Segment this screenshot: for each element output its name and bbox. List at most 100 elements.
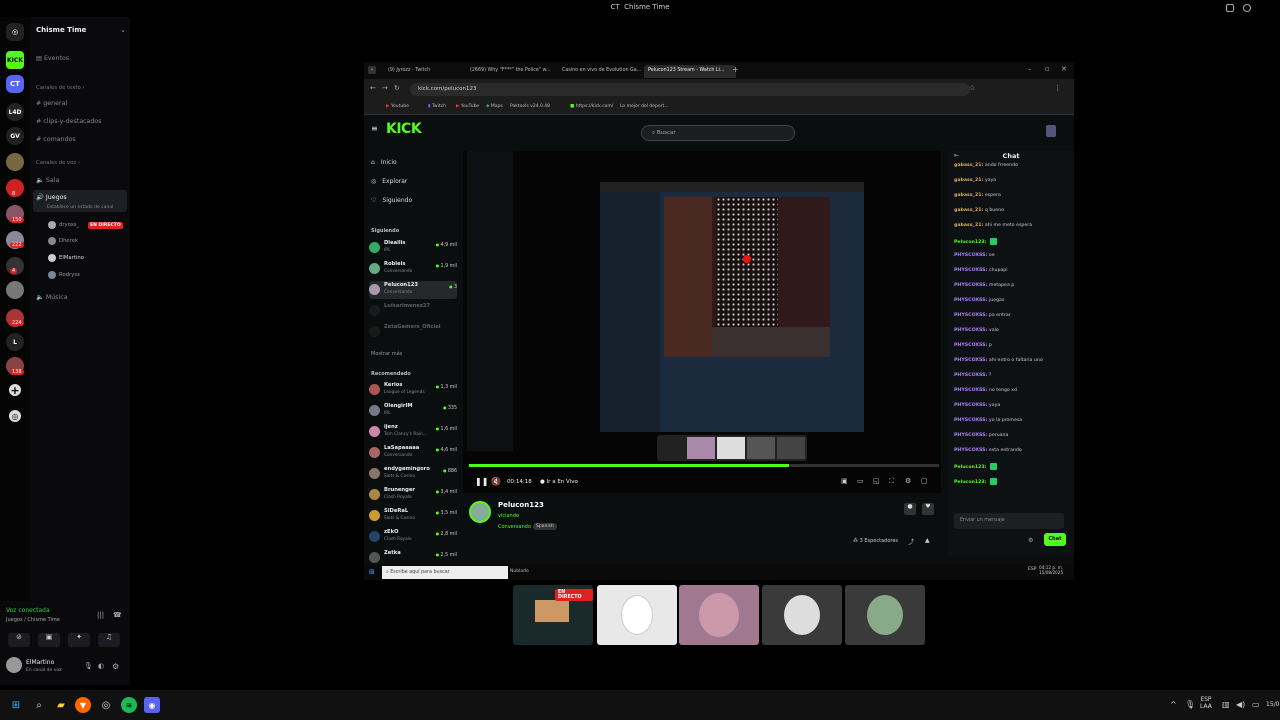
- disconnect-icon[interactable]: ☎: [113, 611, 122, 619]
- voice-channel-musica[interactable]: 🔈 Música: [36, 293, 68, 301]
- chat-username[interactable]: gabass_21:: [954, 193, 983, 198]
- bookmark[interactable]: ◆ Maps: [486, 104, 503, 109]
- bookmark[interactable]: ▶ YouTube: [456, 104, 479, 109]
- browser-tab[interactable]: (2669) Why "F***" the Police" w...: [466, 65, 552, 78]
- chat-message[interactable]: Pelucon123:: [954, 478, 998, 485]
- close-icon[interactable]: ✕: [1061, 65, 1067, 73]
- server-icon[interactable]: [6, 281, 24, 299]
- voice-user[interactable]: Dherek: [48, 237, 78, 245]
- channel-comandos[interactable]: # comandos: [36, 136, 76, 143]
- browser-tab[interactable]: Casino en vivo de Evolution Ga...: [558, 65, 644, 78]
- chat-username[interactable]: PHYSCOXSS:: [954, 268, 987, 273]
- nav-siguiendo[interactable]: ♡ Siguiendo: [371, 197, 412, 204]
- discover-icon[interactable]: ◎: [9, 410, 21, 422]
- clip-icon[interactable]: ▣: [841, 477, 848, 485]
- chat-username[interactable]: gabass_21:: [954, 163, 983, 168]
- headphones-icon[interactable]: ◐: [98, 662, 104, 670]
- address-bar[interactable]: kick.com/pelucon123: [410, 83, 970, 96]
- taskbar-clock[interactable]: 15/0: [1266, 701, 1279, 708]
- discord-icon[interactable]: ◉: [144, 697, 160, 713]
- show-more-link[interactable]: Mostrar más: [371, 351, 402, 357]
- screen-share-icon[interactable]: ▣: [38, 633, 60, 647]
- heart-icon[interactable]: ♥: [922, 503, 934, 515]
- avatar[interactable]: [6, 657, 22, 673]
- channel-item[interactable]: Pelucon123 Conversando 3: [369, 281, 457, 299]
- server-l4d[interactable]: L4D: [6, 103, 24, 121]
- chat-message[interactable]: PHYSCOXSS: yo la promesa: [954, 418, 1022, 423]
- bookmark[interactable]: Paktools v24.0.48: [510, 104, 550, 109]
- chat-username[interactable]: Pelucon123:: [954, 240, 987, 245]
- chat-message[interactable]: gabass_21: yaya: [954, 178, 996, 183]
- add-server-icon[interactable]: +: [9, 384, 21, 397]
- gear-icon[interactable]: ⚙: [905, 477, 911, 485]
- channel-item[interactable]: LaSapaaaaa Conversando 4,6 mil: [369, 444, 457, 462]
- pip-icon[interactable]: ◱: [873, 477, 880, 485]
- chat-username[interactable]: PHYSCOXSS:: [954, 298, 987, 303]
- chat-username[interactable]: PHYSCOXSS:: [954, 358, 987, 363]
- help-icon[interactable]: [1243, 4, 1251, 12]
- channel-item[interactable]: Robleis Conversando 1,9 mil: [369, 260, 457, 278]
- bookmark[interactable]: ▮ Twitch: [428, 104, 446, 109]
- soundboard-icon[interactable]: ♫: [98, 633, 120, 647]
- chat-message[interactable]: PHYSCOXSS: esta entrando: [954, 448, 1022, 453]
- participant-tile[interactable]: [845, 585, 925, 645]
- volume-icon[interactable]: 🔇: [491, 477, 501, 486]
- chat-username[interactable]: PHYSCOXSS:: [954, 328, 987, 333]
- search-input[interactable]: ⌕ Buscar: [641, 125, 795, 141]
- microphone-icon[interactable]: 🎙: [84, 662, 93, 670]
- theater-icon[interactable]: ▭: [857, 477, 864, 485]
- channel-item[interactable]: Dleallis IRL 4,9 mil: [369, 239, 457, 257]
- language-indicator[interactable]: ESP: [1028, 567, 1036, 572]
- chat-message[interactable]: Pelucon123:: [954, 463, 998, 470]
- language-indicator[interactable]: ESP LAA: [1200, 696, 1212, 710]
- voice-user[interactable]: ElMartino: [48, 254, 84, 262]
- bookmark[interactable]: ▶ Youtube: [386, 104, 409, 109]
- windows-start-icon[interactable]: ⊞: [369, 568, 375, 576]
- channel-item[interactable]: endygamingoro Slots & Casino 886: [369, 465, 457, 483]
- chat-message[interactable]: gabass_21: ando frreendo: [954, 163, 1018, 168]
- cast-icon[interactable]: ▢: [921, 477, 928, 485]
- channel-item[interactable]: ZetaGamers_Oficial: [369, 323, 457, 341]
- brave-browser-icon[interactable]: ▼: [75, 697, 91, 713]
- chat-message[interactable]: Pelucon123:: [954, 238, 998, 245]
- network-icon[interactable]: ▥: [1222, 700, 1230, 709]
- pause-icon[interactable]: ❚❚: [475, 477, 488, 486]
- maximize-icon[interactable]: ▫: [1045, 65, 1050, 73]
- chat-username[interactable]: PHYSCOXSS:: [954, 253, 987, 258]
- chat-message[interactable]: gabass_21: q bueno: [954, 208, 1004, 213]
- streamer-avatar[interactable]: [469, 501, 491, 523]
- voice-user[interactable]: dryoss_ EN DIRECTO: [48, 221, 123, 229]
- chat-username[interactable]: PHYSCOXSS:: [954, 418, 987, 423]
- app-icon[interactable]: ◎: [98, 697, 114, 713]
- chat-message[interactable]: PHYSCOXSS: valo: [954, 328, 999, 333]
- chat-username[interactable]: PHYSCOXSS:: [954, 448, 987, 453]
- video-player[interactable]: ❚❚ 🔇 00:14:18 ● Ir a En Vivo ▣ ▭ ◱ ⛶ ⚙ ▢: [463, 151, 941, 493]
- noise-suppression-icon[interactable]: |||: [97, 611, 104, 619]
- chat-username[interactable]: gabass_21:: [954, 223, 983, 228]
- star-icon[interactable]: ☆: [969, 84, 975, 92]
- server-l[interactable]: L: [6, 333, 24, 351]
- file-explorer-icon[interactable]: ▰: [53, 697, 69, 713]
- channel-item[interactable]: zEkO Clash Royale 2,8 mil: [369, 528, 457, 546]
- language-tag[interactable]: Spanish: [533, 523, 557, 530]
- emote-row[interactable]: [954, 497, 1070, 507]
- chat-username[interactable]: PHYSCOXSS:: [954, 343, 987, 348]
- chat-username[interactable]: gabass_21:: [954, 178, 983, 183]
- kick-logo[interactable]: KICK: [386, 121, 422, 137]
- chat-message[interactable]: gabass_21: ahi me meto espera: [954, 223, 1032, 228]
- browser-tab-active[interactable]: Pelucon123 Stream - Watch Li...: [644, 65, 736, 78]
- events-item[interactable]: ▤ Eventos: [36, 55, 69, 62]
- camera-icon[interactable]: ⊘: [8, 633, 30, 647]
- chat-message[interactable]: PHYSCOXSS: oe: [954, 253, 995, 258]
- chat-input[interactable]: Enviar un mensaje: [954, 513, 1064, 529]
- go-live-button[interactable]: ● Ir a En Vivo: [540, 479, 578, 485]
- forward-icon[interactable]: →: [382, 84, 388, 92]
- chat-username[interactable]: Pelucon123:: [954, 465, 987, 470]
- chat-message[interactable]: gabass_21: espera: [954, 193, 1001, 198]
- reload-icon[interactable]: ↻: [394, 84, 400, 92]
- voice-channel-sala[interactable]: 🔈 Sala: [36, 176, 59, 184]
- fullscreen-icon[interactable]: ⛶: [889, 477, 894, 486]
- participant-tile[interactable]: [762, 585, 842, 645]
- participant-tile-screenshare[interactable]: EN DIRECTO: [513, 585, 593, 645]
- channel-clips[interactable]: # clips-y-destacados: [36, 118, 102, 125]
